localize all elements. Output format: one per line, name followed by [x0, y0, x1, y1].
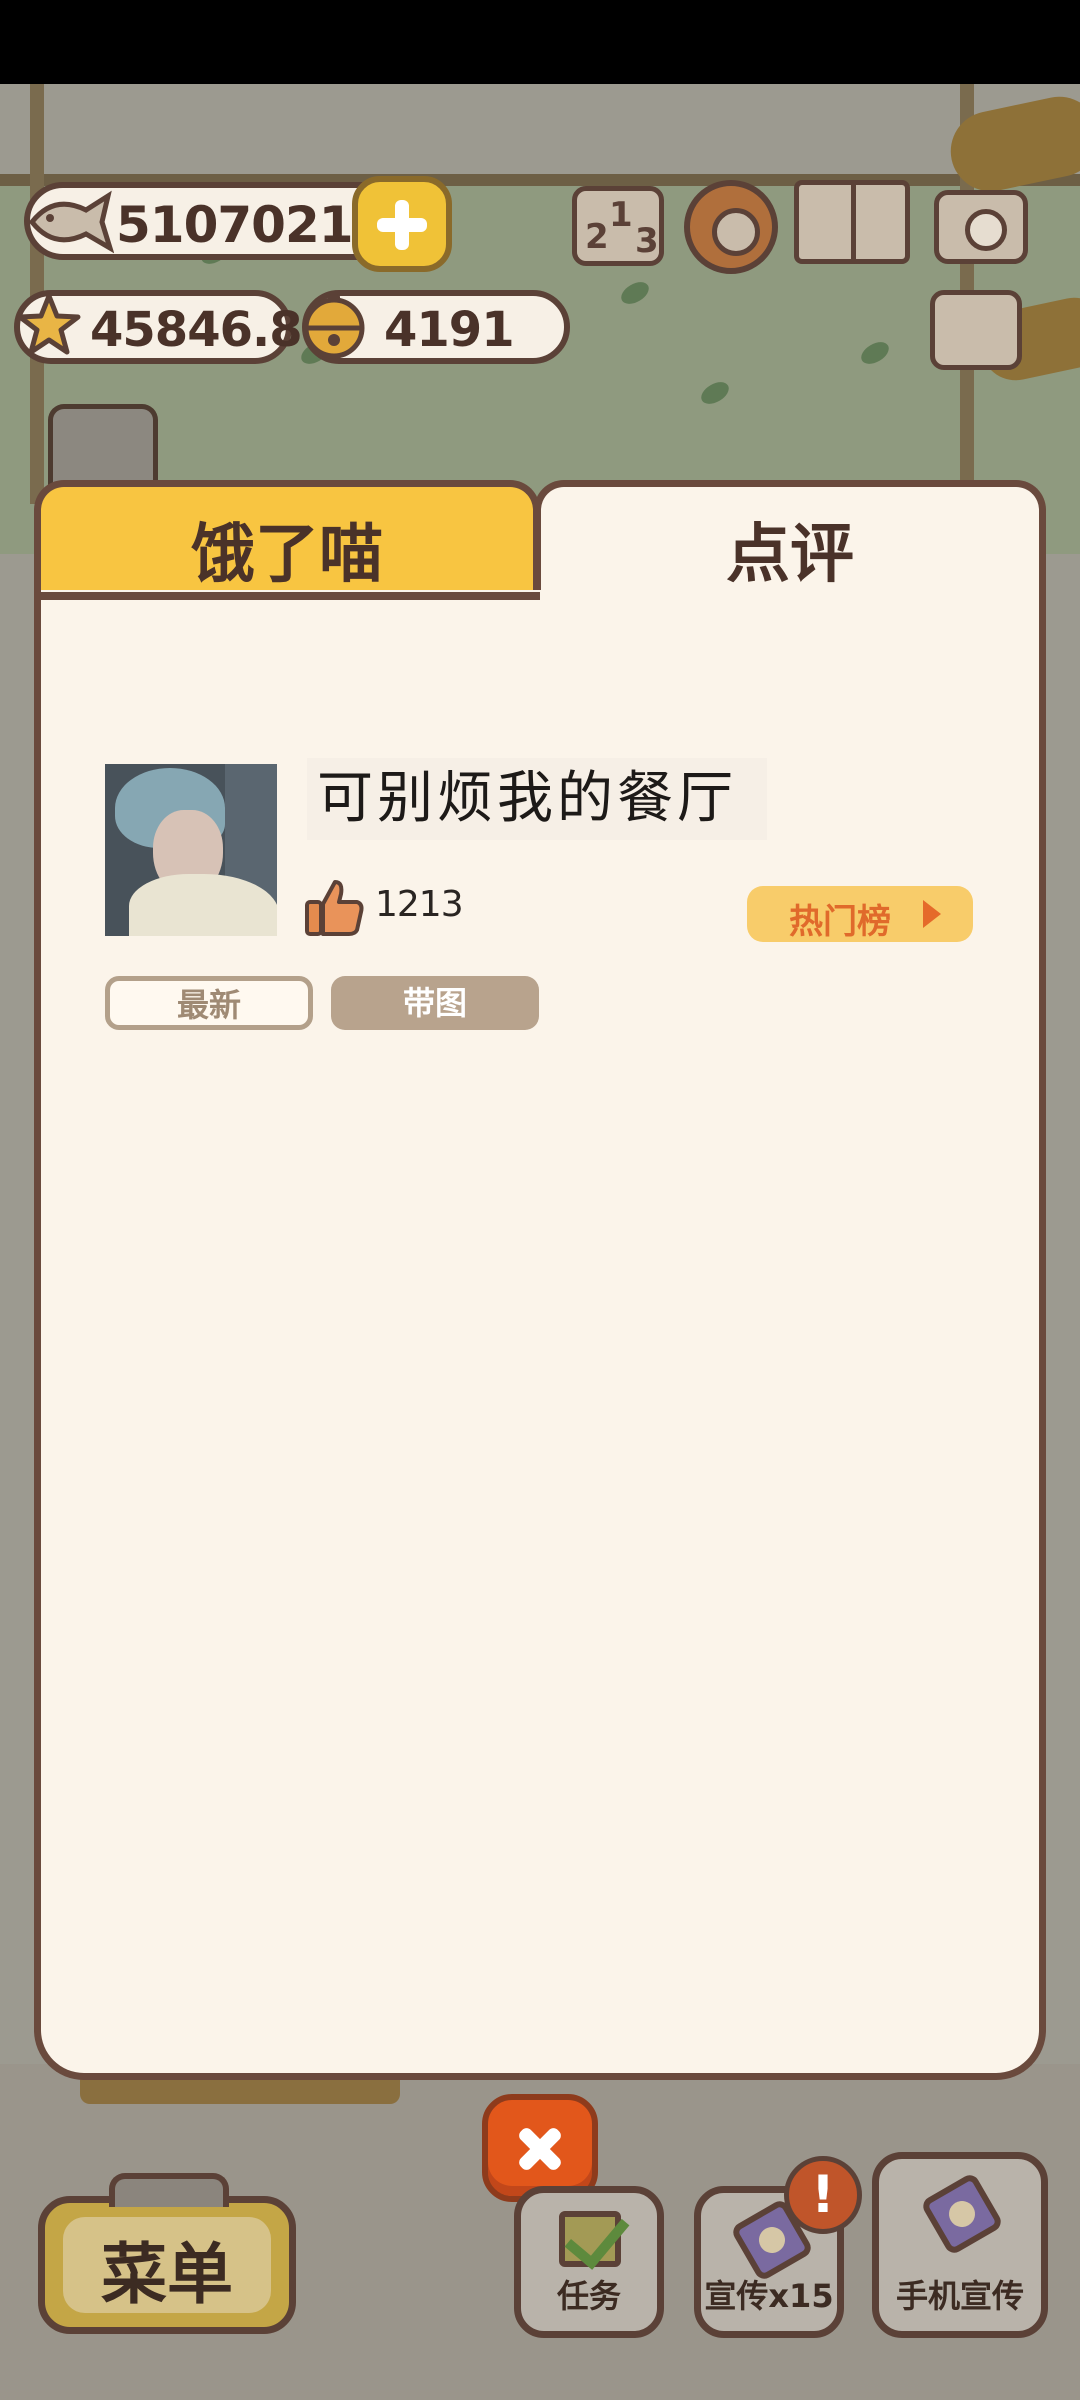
task-label: 任务 — [556, 2277, 621, 2315]
bell-icon — [303, 294, 365, 359]
checklist-icon — [559, 2211, 621, 2267]
chevron-right-icon — [923, 900, 941, 928]
alert-badge: ! — [784, 2156, 862, 2234]
tab-label: 点评 — [726, 518, 854, 592]
camera-icon[interactable] — [934, 190, 1028, 264]
star-rating-value: 45846.8 — [90, 302, 303, 358]
like-count: 1213 — [375, 884, 464, 925]
filter-with-image[interactable]: 带图 — [331, 976, 539, 1030]
promotion-label: 宣传x15 — [704, 2277, 834, 2315]
tab-divider — [41, 592, 540, 600]
phone-flyer-icon — [919, 2171, 1005, 2257]
tab-label: 饿了喵 — [191, 518, 383, 592]
restaurant-name: 可别烦我的餐厅 — [307, 758, 767, 840]
menu-button[interactable]: 菜单 — [38, 2173, 296, 2334]
restaurant-avatar[interactable] — [105, 764, 277, 936]
phone-promotion-label: 手机宣传 — [895, 2277, 1024, 2315]
tab-dianping[interactable]: 点评 — [534, 480, 1046, 600]
tab-eleme[interactable]: 饿了喵 — [34, 480, 540, 600]
clipboard-clip-icon — [109, 2173, 229, 2207]
status-bar — [0, 0, 1080, 84]
recipe-book-icon[interactable] — [794, 180, 910, 264]
panel-content: 可别烦我的餐厅 1213 热门榜 最新 带图 — [34, 590, 1046, 2080]
filter-newest[interactable]: 最新 — [105, 976, 313, 1030]
gear-icon[interactable] — [684, 180, 778, 274]
review-panel: 饿了喵 点评 可别烦我的餐厅 1213 热门榜 最新 带图 — [34, 480, 1046, 2080]
thumbs-up-icon — [305, 880, 364, 936]
bell-count: 4191 — [384, 302, 515, 358]
add-fish-button[interactable] — [352, 176, 452, 272]
newspaper-icon[interactable] — [930, 290, 1022, 370]
alert-badge-glyph: ! — [811, 2165, 835, 2225]
task-button[interactable]: 任务 — [514, 2186, 664, 2338]
menu-label: 菜单 — [101, 2236, 233, 2313]
fish-icon — [28, 190, 114, 254]
hot-list-button[interactable]: 热门榜 — [747, 886, 973, 942]
star-icon — [17, 293, 81, 355]
ranking-icon[interactable]: 2 1 3 — [572, 186, 664, 266]
phone-promotion-button[interactable]: 手机宣传 — [872, 2152, 1048, 2338]
hot-list-label: 热门榜 — [789, 902, 891, 942]
fish-count: 5107021 — [116, 196, 354, 254]
